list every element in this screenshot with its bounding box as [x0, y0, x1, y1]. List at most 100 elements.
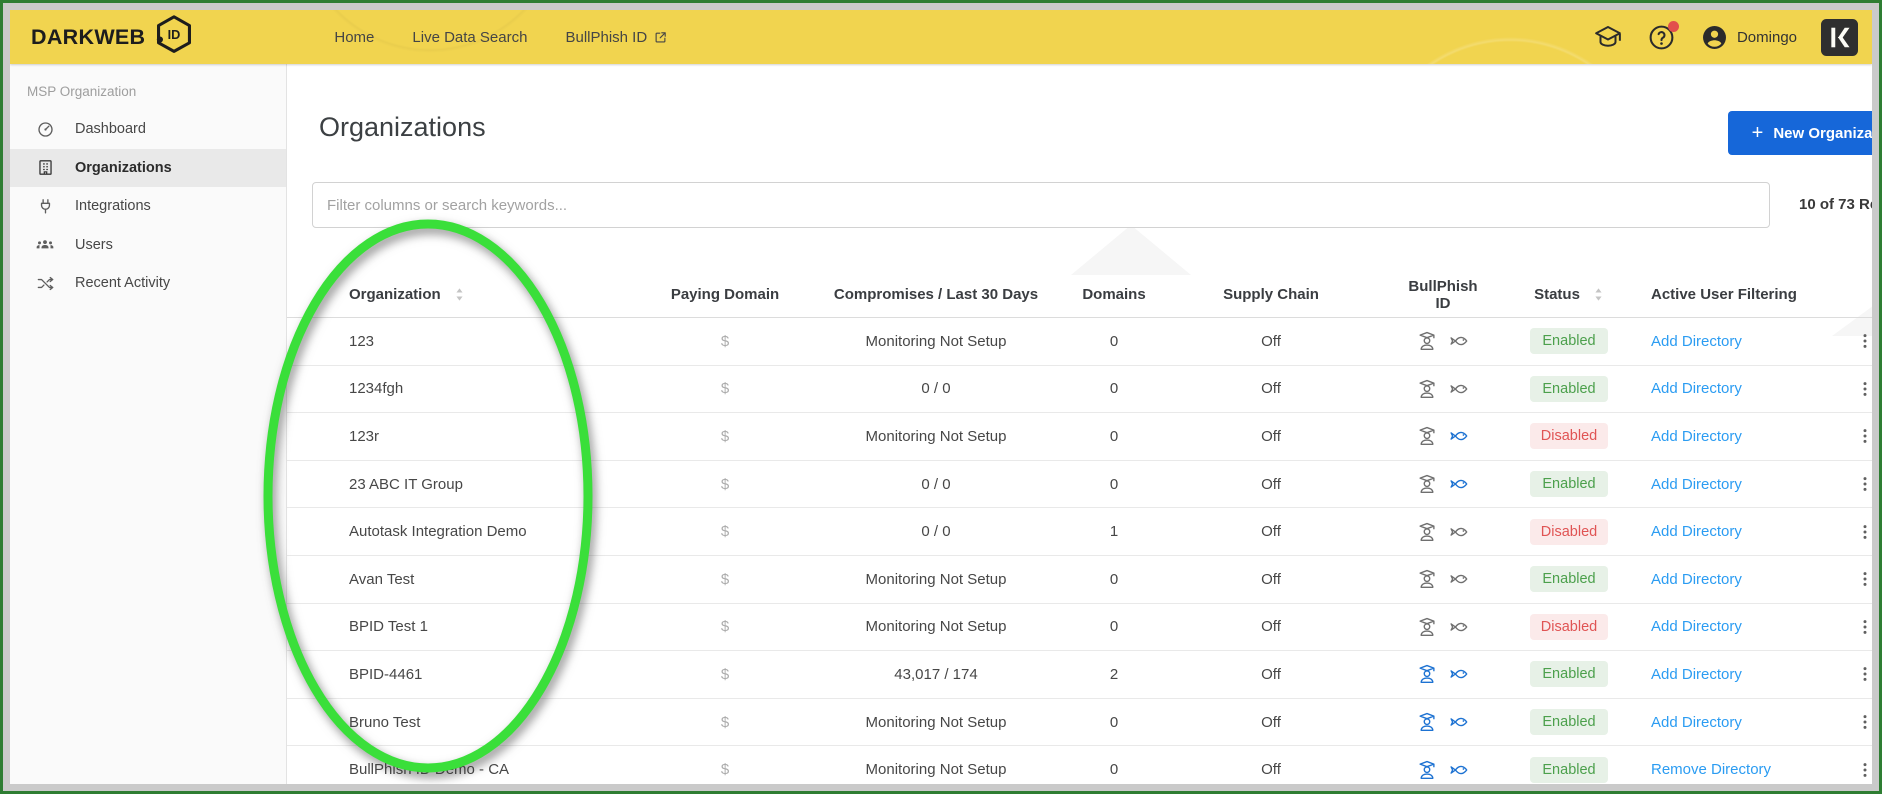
actions-cell [1841, 379, 1872, 399]
dollar-icon[interactable]: $ [721, 618, 729, 635]
column-header-organization[interactable]: Organization [287, 286, 663, 303]
table-row[interactable]: Autotask Integration Demo $0 / 0 1 Off Disab… [287, 508, 1872, 556]
kaseya-logo-icon[interactable] [1821, 18, 1858, 56]
add-directory-link[interactable]: Add Directory [1651, 428, 1742, 445]
kebab-menu-icon[interactable] [1855, 426, 1872, 446]
org-name: BPID Test 1 [349, 618, 428, 636]
supply-chain-value: Off [1261, 761, 1281, 779]
kebab-menu-icon[interactable] [1855, 331, 1872, 351]
org-name: 123r [349, 427, 380, 445]
org-name-cell: BPID-4461 [287, 666, 663, 683]
supply-chain-cell: Off [1143, 666, 1399, 683]
training-icon [1416, 473, 1438, 495]
sidebar-item-recent-activity[interactable]: Recent Activity [10, 264, 286, 303]
status-cell: Disabled [1487, 518, 1651, 545]
sidebar-section-label: MSP Organization [27, 84, 137, 99]
actions-cell [1841, 760, 1872, 780]
dollar-icon[interactable]: $ [721, 761, 729, 778]
dollar-icon[interactable]: $ [721, 523, 729, 540]
table-row[interactable]: Bruno Test $ Monitoring Not Setup 0 Off Enabl… [287, 699, 1872, 747]
compromises-value: 0 / 0 [921, 523, 951, 541]
status-cell: Disabled [1487, 423, 1651, 450]
kebab-menu-icon[interactable] [1855, 664, 1872, 684]
kebab-menu-icon[interactable] [1855, 474, 1872, 494]
column-header-label: Organization [349, 286, 441, 303]
help-icon[interactable] [1647, 20, 1679, 52]
table-row[interactable]: BullPhish ID Demo - CA $ Monitoring Not Se… [287, 746, 1872, 784]
table-row[interactable]: 1234fgh $0 / 0 0 Off Enabled Add Directory [287, 366, 1872, 414]
compromises-value: Monitoring Not Setup [865, 618, 1007, 636]
status-cell: Enabled [1487, 661, 1651, 688]
org-name-cell: BPID Test 1 [287, 618, 663, 635]
table-row[interactable]: BPID-4461 $43,017 / 174 2 Off Enabled Add Dir… [287, 651, 1872, 699]
phishing-icon [1448, 759, 1470, 781]
active-user-filtering-cell: Add Directory [1651, 333, 1841, 350]
sidebar-item-integrations[interactable]: Integrations [10, 187, 286, 226]
table-rows: 123 $ Monitoring Not Setup 0 Off Enabled Add D… [287, 318, 1872, 784]
column-header-status[interactable]: Status [1487, 286, 1651, 303]
dollar-icon[interactable]: $ [721, 666, 729, 683]
filter-search-input[interactable] [312, 182, 1770, 228]
bullphish-icons [1399, 330, 1487, 352]
sidebar-item-dashboard[interactable]: Dashboard [10, 110, 286, 149]
building-icon [35, 158, 55, 177]
kebab-menu-icon[interactable] [1855, 379, 1872, 399]
table-row[interactable]: 123 $ Monitoring Not Setup 0 Off Enabled Add D… [287, 318, 1872, 366]
kebab-menu-icon[interactable] [1855, 569, 1872, 589]
actions-cell [1841, 617, 1872, 637]
domains-cell: 0 [1085, 333, 1143, 350]
nav-item-bullphish-id[interactable]: BullPhish ID [565, 29, 668, 46]
compromises-value: Monitoring Not Setup [865, 713, 1007, 731]
compromises-cell: 0 / 0 [787, 380, 1085, 397]
new-organization-button[interactable]: + New Organization [1727, 111, 1872, 155]
graduation-cap-icon[interactable] [1593, 22, 1623, 52]
user-name: Domingo [1736, 28, 1797, 46]
main-content: Organizations + New Organization 10 of 7… [287, 64, 1872, 784]
add-directory-link[interactable]: Add Directory [1651, 618, 1742, 635]
add-directory-link[interactable]: Add Directory [1651, 380, 1742, 397]
add-directory-link[interactable]: Add Directory [1651, 714, 1742, 731]
dollar-icon[interactable]: $ [721, 571, 729, 588]
add-directory-link[interactable]: Add Directory [1651, 571, 1742, 588]
bullphish-id-cell [1399, 473, 1487, 495]
table-row[interactable]: Avan Test $ Monitoring Not Setup 0 Off Enable… [287, 556, 1872, 604]
status-badge: Disabled [1530, 423, 1608, 450]
kebab-menu-icon[interactable] [1855, 617, 1872, 637]
domains-cell: 0 [1085, 618, 1143, 635]
add-directory-link[interactable]: Add Directory [1651, 666, 1742, 683]
nav-item-home[interactable]: Home [334, 29, 374, 46]
supply-chain-value: Off [1261, 570, 1281, 588]
compromises-cell: Monitoring Not Setup [787, 333, 1085, 350]
table-row[interactable]: 23 ABC IT Group $0 / 0 0 Off Enabled Add Dire… [287, 461, 1872, 509]
table-row[interactable]: 123r $ Monitoring Not Setup 0 Off Disabled Add… [287, 413, 1872, 461]
table-row[interactable]: BPID Test 1 $ Monitoring Not Setup 0 Off Disa… [287, 604, 1872, 652]
paying-domain-cell: $ [663, 571, 787, 588]
plus-icon: + [1751, 122, 1764, 144]
compromises-cell: 0 / 0 [787, 476, 1085, 493]
kebab-menu-icon[interactable] [1855, 760, 1872, 780]
bullphish-id-cell [1399, 759, 1487, 781]
sidebar-item-organizations[interactable]: Organizations [10, 148, 286, 187]
add-directory-link[interactable]: Add Directory [1651, 333, 1742, 350]
kebab-menu-icon[interactable] [1855, 712, 1872, 732]
dollar-icon[interactable]: $ [721, 476, 729, 493]
account-menu[interactable]: Domingo [1700, 23, 1797, 52]
dollar-icon[interactable]: $ [721, 714, 729, 731]
phishing-icon [1448, 711, 1470, 733]
nav-item-live-data-search[interactable]: Live Data Search [412, 29, 527, 46]
sort-icon[interactable] [1593, 287, 1604, 302]
supply-chain-value: Off [1261, 713, 1281, 731]
add-directory-link[interactable]: Add Directory [1651, 476, 1742, 493]
status-badge: Disabled [1530, 518, 1608, 545]
dollar-icon[interactable]: $ [721, 333, 729, 350]
darkweb-id-logo[interactable]: DARKWEB ID [31, 14, 194, 61]
actions-cell [1841, 712, 1872, 732]
dollar-icon[interactable]: $ [721, 380, 729, 397]
dollar-icon[interactable]: $ [721, 428, 729, 445]
remove-directory-link[interactable]: Remove Directory [1651, 761, 1771, 778]
kebab-menu-icon[interactable] [1855, 522, 1872, 542]
sort-icon[interactable] [454, 287, 465, 302]
sidebar-item-users[interactable]: Users [10, 226, 286, 265]
add-directory-link[interactable]: Add Directory [1651, 523, 1742, 540]
compromises-value: Monitoring Not Setup [865, 761, 1007, 779]
